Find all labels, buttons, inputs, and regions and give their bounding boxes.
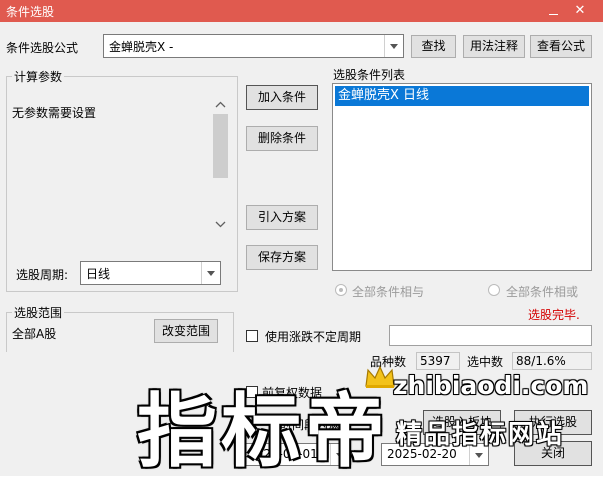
period-label: 选股周期: [16, 268, 69, 282]
formula-label: 条件选股公式 [6, 41, 79, 55]
scroll-down-icon[interactable] [212, 217, 229, 231]
scrollbar-thumb[interactable] [213, 114, 228, 178]
condition-list[interactable]: 金蝉脱壳X 日线 [332, 83, 592, 271]
usage-notes-button[interactable]: 用法注释 [463, 35, 525, 58]
all-or-label: 全部条件相或 [506, 285, 579, 299]
all-and-label: 全部条件相与 [352, 285, 425, 299]
variable-period-input[interactable] [389, 325, 592, 346]
minimize-button[interactable] [548, 5, 559, 17]
variable-period-label: 使用涨跌不定周期 [265, 330, 362, 344]
watermark-logo-text: 指标帝 [137, 385, 389, 478]
chevron-down-icon[interactable] [201, 262, 220, 284]
crown-icon [365, 365, 395, 388]
condition-stock-picker-window: 条件选股 ✕ 条件选股公式 金蝉脱壳X - 查找 用法注释 查看公式 计算参数 … [0, 0, 603, 478]
find-button[interactable]: 查找 [411, 35, 456, 58]
variable-period-checkbox[interactable] [246, 330, 258, 342]
params-scrollbar[interactable] [212, 96, 229, 233]
formula-value: 金蝉脱壳X - [109, 40, 174, 54]
view-formula-button[interactable]: 查看公式 [530, 35, 592, 58]
condition-list-title: 选股条件列表 [333, 68, 406, 82]
watermark-subtitle: 精品指标网站 [396, 420, 565, 450]
scroll-up-icon[interactable] [212, 98, 229, 112]
status-text: 选股完毕. [528, 308, 580, 322]
formula-select[interactable]: 金蝉脱壳X - [103, 34, 404, 58]
count-value: 5397 [416, 352, 460, 370]
range-group-title: 选股范围 [12, 304, 65, 321]
save-scheme-button[interactable]: 保存方案 [246, 245, 318, 270]
params-group-title: 计算参数 [12, 68, 65, 85]
period-value: 日线 [86, 267, 111, 281]
selected-value: 88/1.6% [512, 352, 592, 370]
title-bar: 条件选股 ✕ [0, 0, 603, 22]
import-scheme-button[interactable]: 引入方案 [246, 205, 318, 230]
chevron-down-icon[interactable] [384, 35, 403, 57]
range-value: 全部A股 [12, 327, 57, 341]
selected-label: 选中数 [467, 355, 504, 369]
watermark-url: zhibiaodi.com [393, 371, 589, 400]
delete-condition-button[interactable]: 删除条件 [246, 126, 318, 151]
condition-list-item[interactable]: 金蝉脱壳X 日线 [335, 86, 589, 106]
all-or-radio[interactable] [488, 284, 500, 296]
window-title: 条件选股 [6, 5, 55, 19]
close-window-button[interactable]: ✕ [570, 2, 590, 20]
all-and-radio[interactable] [335, 284, 347, 296]
change-range-button[interactable]: 改变范围 [154, 319, 218, 343]
params-text: 无参数需要设置 [12, 106, 97, 120]
add-condition-button[interactable]: 加入条件 [246, 85, 318, 110]
period-select[interactable]: 日线 [80, 261, 221, 285]
